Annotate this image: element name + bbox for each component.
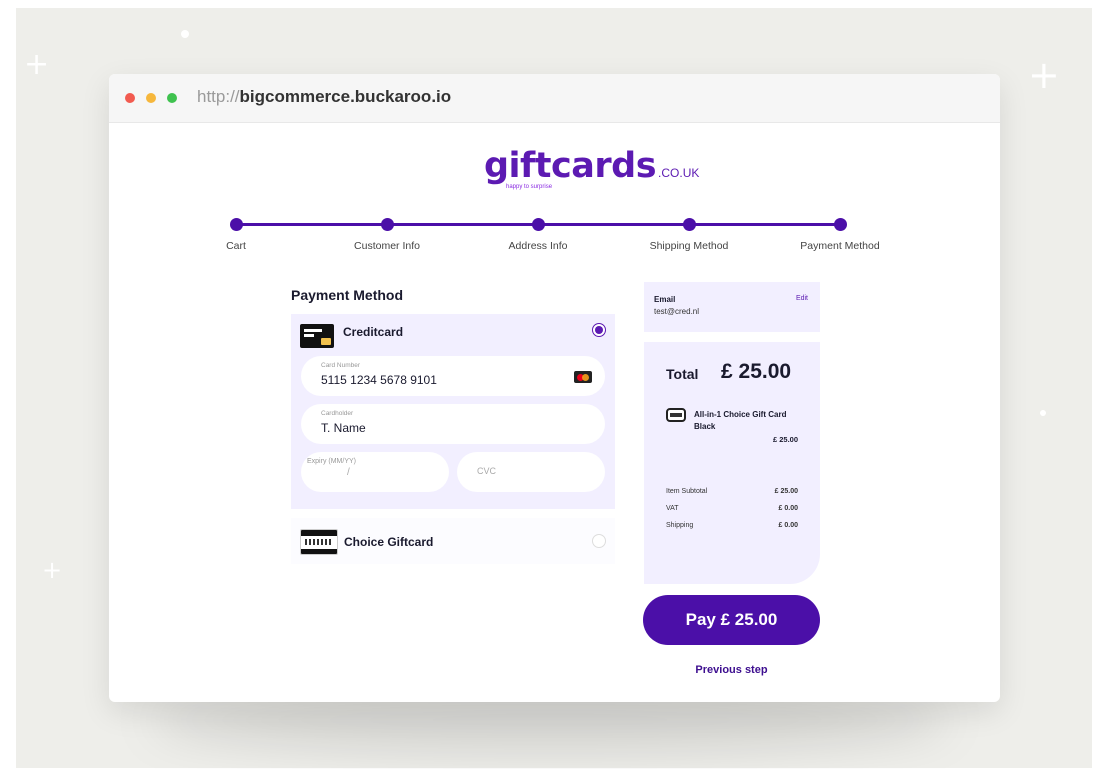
- payment-method-title: Payment Method: [291, 287, 404, 303]
- sparkle-icon: +: [24, 47, 50, 82]
- cvc-placeholder: CVC: [477, 466, 497, 476]
- step-label-shipping-method[interactable]: Shipping Method: [650, 240, 729, 252]
- email-summary: Email test@cred.nl Edit: [644, 282, 820, 332]
- logo-tagline: happy to surprise: [506, 184, 553, 190]
- edit-email-link[interactable]: Edit: [796, 295, 808, 302]
- summary-row-value: £ 25.00: [774, 488, 798, 495]
- pay-button[interactable]: Pay £ 25.00: [643, 595, 820, 645]
- giftcard-label: Choice Giftcard: [344, 535, 434, 549]
- maximize-window-button[interactable]: [167, 93, 177, 103]
- total-label: Total: [666, 366, 699, 382]
- email-value: test@cred.nl: [654, 307, 700, 316]
- expiry-field[interactable]: Expiry (MM/YY) /: [301, 452, 449, 492]
- item-name: All-in-1 Choice Gift Card Black: [694, 410, 787, 431]
- summary-row-label: Item Subtotal: [666, 488, 708, 495]
- expiry-value: /: [347, 467, 350, 478]
- logo-tld: .CO.UK: [658, 166, 700, 180]
- step-label-customer-info[interactable]: Customer Info: [354, 240, 420, 252]
- creditcard-label: Creditcard: [343, 325, 404, 339]
- giftcard-option[interactable]: Choice Giftcard: [291, 518, 615, 564]
- card-number-value: 5115 1234 5678 9101: [321, 373, 437, 387]
- step-dot-payment-method[interactable]: [834, 218, 847, 231]
- giftcard-icon: [300, 529, 338, 555]
- step-label-address-info[interactable]: Address Info: [509, 240, 568, 252]
- site-logo[interactable]: giftcards .CO.UK happy to surprise: [484, 146, 700, 190]
- minimize-window-button[interactable]: [146, 93, 156, 103]
- step-dot-cart[interactable]: [230, 218, 243, 231]
- logo-wordmark: giftcards: [484, 146, 657, 186]
- creditcard-radio[interactable]: [592, 323, 606, 337]
- step-dot-shipping-method[interactable]: [683, 218, 696, 231]
- credit-card-icon: [300, 324, 334, 348]
- creditcard-option[interactable]: Creditcard Card Number 5115 1234 5678 91…: [291, 314, 615, 509]
- step-label-payment-method[interactable]: Payment Method: [800, 240, 879, 252]
- browser-titlebar: http://bigcommerce.buckaroo.io: [109, 74, 1000, 123]
- mastercard-icon: [574, 371, 592, 383]
- giftcard-radio[interactable]: [592, 534, 606, 548]
- expiry-label: Expiry (MM/YY): [307, 458, 356, 465]
- summary-row-label: Shipping: [666, 522, 694, 529]
- url-protocol: http://: [197, 87, 240, 106]
- email-label: Email: [654, 295, 676, 304]
- summary-row-value: £ 0.00: [778, 522, 798, 529]
- sparkle-icon: +: [42, 556, 63, 584]
- close-window-button[interactable]: [125, 93, 135, 103]
- card-number-field[interactable]: Card Number 5115 1234 5678 9101: [301, 356, 605, 396]
- sparkle-dot: [1040, 410, 1046, 416]
- previous-step-link[interactable]: Previous step: [643, 664, 820, 676]
- step-dot-customer-info[interactable]: [381, 218, 394, 231]
- browser-window: http://bigcommerce.buckaroo.io giftcards…: [109, 74, 1000, 702]
- sparkle-dot: [181, 30, 189, 38]
- cardholder-field[interactable]: Cardholder T. Name: [301, 404, 605, 444]
- item-price: £ 25.00: [772, 435, 798, 444]
- total-value: £ 25.00: [721, 360, 792, 383]
- step-label-cart[interactable]: Cart: [226, 240, 246, 252]
- cardholder-value: T. Name: [321, 421, 366, 435]
- order-summary: Total £ 25.00 All-in-1 Choice Gift Card …: [644, 342, 820, 584]
- cvc-field[interactable]: CVC: [457, 452, 605, 492]
- summary-row-label: VAT: [666, 505, 679, 512]
- summary-row-value: £ 0.00: [778, 505, 798, 512]
- cardholder-label: Cardholder: [321, 410, 354, 417]
- url-host: bigcommerce.buckaroo.io: [239, 87, 452, 106]
- sparkle-icon: +: [1028, 53, 1060, 97]
- address-bar[interactable]: http://bigcommerce.buckaroo.io: [197, 87, 451, 107]
- gift-card-product-icon: [666, 408, 686, 422]
- step-dot-address-info[interactable]: [532, 218, 545, 231]
- card-number-label: Card Number: [321, 362, 361, 369]
